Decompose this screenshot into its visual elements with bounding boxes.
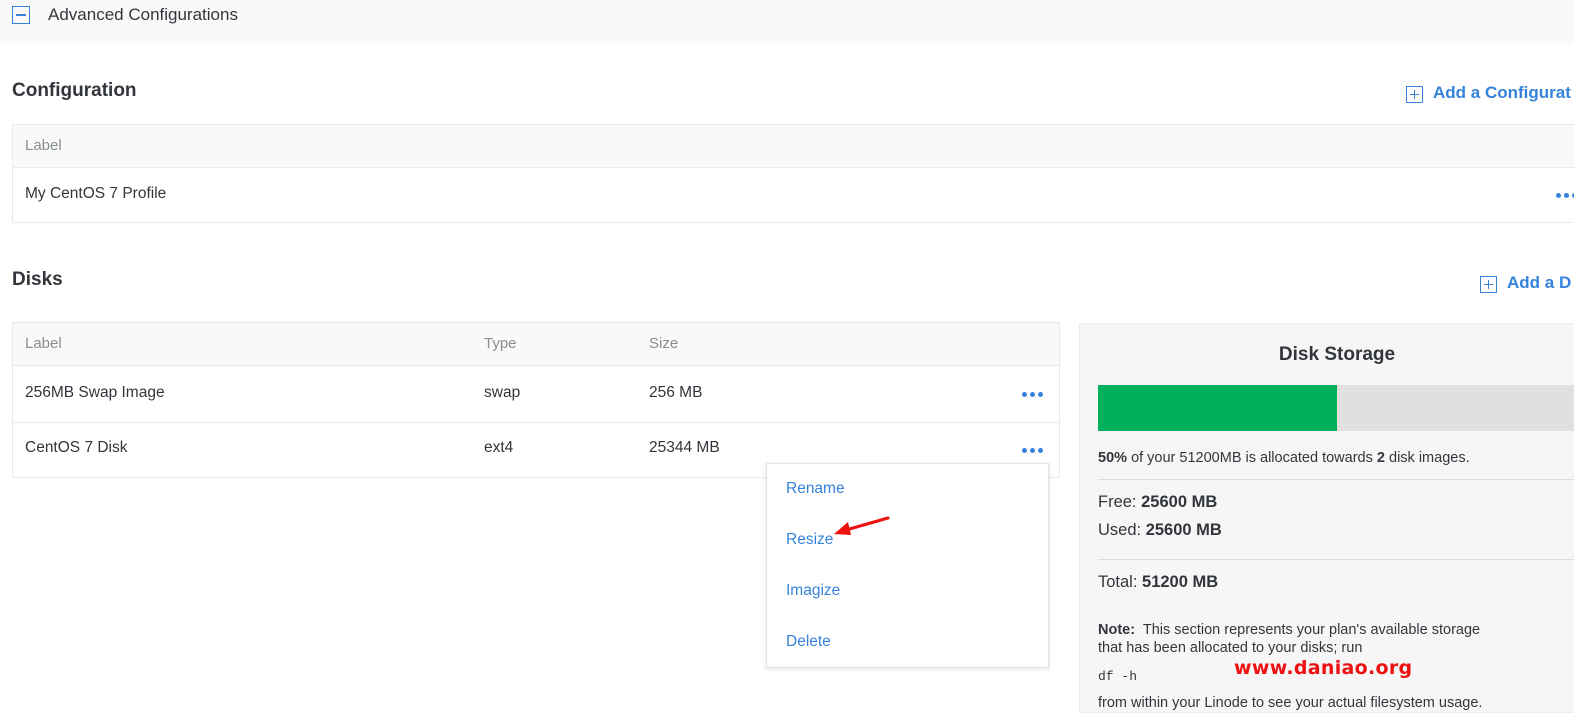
column-header-label: Label: [25, 137, 62, 154]
collapse-icon[interactable]: [12, 6, 30, 24]
storage-used: Used: 25600 MB: [1098, 521, 1222, 539]
disk-type: swap: [484, 384, 521, 401]
add-disk-label: Add a D: [1507, 273, 1572, 292]
menu-item-imagize[interactable]: Imagize: [786, 582, 840, 600]
more-actions-icon[interactable]: [1022, 448, 1043, 453]
storage-usage-fill: [1098, 385, 1337, 431]
menu-item-rename[interactable]: Rename: [786, 480, 845, 498]
table-header: Label Type Size: [13, 323, 1059, 366]
watermark: www.daniao.org: [1234, 657, 1413, 679]
divider: [1098, 479, 1574, 480]
disk-size: 256 MB: [649, 384, 703, 401]
storage-command: df -h: [1098, 669, 1138, 684]
disk-label: 256MB Swap Image: [25, 384, 165, 401]
advanced-configurations-bar[interactable]: Advanced Configurations: [0, 0, 1574, 44]
disk-size: 25344 MB: [649, 439, 720, 456]
disks-table: Label Type Size 256MB Swap Image swap 25…: [12, 322, 1060, 478]
storage-free: Free: 25600 MB: [1098, 493, 1218, 511]
storage-note: Note: This section represents your plan'…: [1098, 622, 1481, 656]
column-header-type: Type: [484, 335, 517, 352]
storage-usage-bar: [1098, 385, 1574, 431]
storage-summary: 50% of your 51200MB is allocated towards…: [1098, 450, 1470, 466]
more-actions-icon[interactable]: [1556, 193, 1574, 198]
plus-icon: [1480, 276, 1497, 293]
column-header-label: Label: [25, 335, 62, 352]
disk-type: ext4: [484, 439, 514, 456]
disk-action-menu: Rename Resize Imagize Delete: [766, 463, 1049, 668]
menu-item-delete[interactable]: Delete: [786, 633, 831, 651]
plus-icon: [1406, 86, 1423, 103]
menu-item-resize[interactable]: Resize: [786, 531, 833, 549]
storage-total: Total: 51200 MB: [1098, 573, 1219, 591]
disks-title: Disks: [12, 269, 63, 290]
disk-storage-title: Disk Storage: [1278, 344, 1396, 365]
disk-label: CentOS 7 Disk: [25, 439, 128, 456]
storage-note-tail: from within your Linode to see your actu…: [1098, 695, 1483, 711]
advanced-configurations-title: Advanced Configurations: [48, 5, 238, 24]
divider: [1098, 559, 1574, 560]
table-row[interactable]: My CentOS 7 Profile: [13, 169, 1574, 223]
column-header-size: Size: [649, 335, 679, 352]
table-header: Label: [13, 125, 1574, 168]
add-disk-button[interactable]: Add a D: [1480, 273, 1571, 293]
annotation-arrow-icon: [834, 516, 890, 535]
add-configuration-label: Add a Configurat: [1433, 83, 1571, 102]
add-configuration-button[interactable]: Add a Configurat: [1406, 83, 1571, 103]
configuration-table: Label My CentOS 7 Profile: [12, 124, 1574, 223]
config-label: My CentOS 7 Profile: [25, 185, 167, 202]
disk-storage-panel: Disk Storage 50% of your 51200MB is allo…: [1079, 323, 1574, 713]
table-row[interactable]: 256MB Swap Image swap 256 MB: [13, 367, 1059, 423]
more-actions-icon[interactable]: [1022, 392, 1043, 397]
configuration-title: Configuration: [12, 80, 137, 101]
